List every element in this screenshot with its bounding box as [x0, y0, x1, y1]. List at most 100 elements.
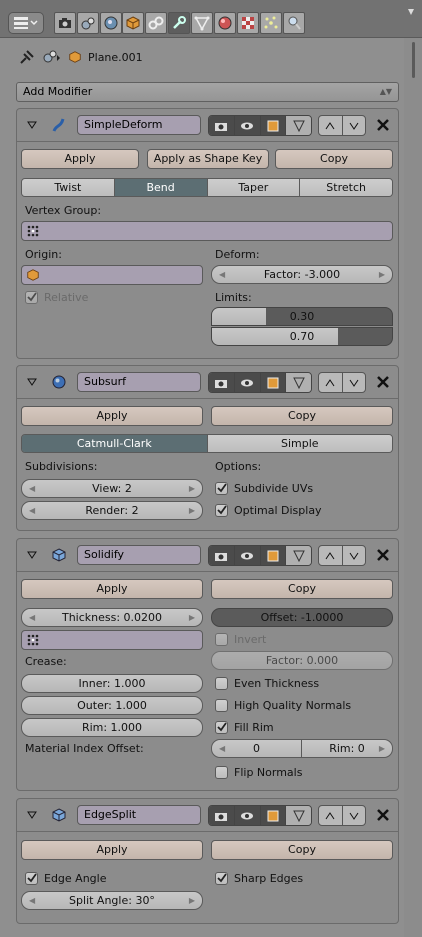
viewport-toggle-icon[interactable] [234, 116, 261, 135]
copy-button[interactable]: Copy [211, 406, 393, 426]
apply-button[interactable]: Apply [21, 840, 203, 860]
modifier-name-field[interactable]: EdgeSplit [77, 805, 201, 825]
apply-as-shape-key-button[interactable]: Apply as Shape Key [147, 149, 269, 169]
material-tab-icon[interactable] [214, 12, 236, 34]
modifier-name-field[interactable]: Subsurf [77, 372, 201, 392]
viewport-toggle-icon[interactable] [234, 373, 261, 392]
render-toggle-icon[interactable] [209, 806, 235, 825]
checkbox-icon [215, 765, 228, 779]
split-angle-field[interactable]: ◀ Split Angle: 30° ▶ [21, 891, 203, 910]
render-toggle-icon[interactable] [209, 373, 235, 392]
mode-twist[interactable]: Twist [22, 179, 115, 196]
remove-modifier-icon[interactable] [375, 374, 391, 390]
physics-tab-icon[interactable] [283, 12, 305, 34]
copy-button[interactable]: Copy [211, 840, 393, 860]
crease-rim-field[interactable]: Rim: 1.000 [21, 718, 203, 737]
factor-field[interactable]: Factor: 0.000 [211, 651, 393, 670]
move-down-icon[interactable] [343, 806, 366, 825]
crease-outer-field[interactable]: Outer: 1.000 [21, 696, 203, 715]
origin-field[interactable] [21, 265, 203, 285]
thickness-field[interactable]: ◀ Thickness: 0.0200 ▶ [21, 608, 203, 627]
crease-inner-field[interactable]: Inner: 1.000 [21, 674, 203, 693]
editmode-toggle-icon[interactable] [260, 116, 287, 135]
cage-toggle-icon[interactable] [286, 373, 311, 392]
material-offset-field[interactable]: ◀ 0 [212, 740, 302, 757]
viewport-toggle-icon[interactable] [234, 806, 261, 825]
mode-stretch[interactable]: Stretch [300, 179, 392, 196]
mode-bend[interactable]: Bend [114, 179, 208, 196]
apply-button[interactable]: Apply [21, 406, 203, 426]
high-quality-normals-checkbox[interactable]: High Quality Normals [215, 697, 351, 713]
move-down-icon[interactable] [343, 546, 366, 565]
world-tab-icon[interactable] [122, 12, 144, 34]
type-simple[interactable]: Simple [207, 435, 392, 452]
editmode-toggle-icon[interactable] [260, 806, 287, 825]
constraints-tab-icon[interactable] [145, 12, 167, 34]
modifier-name-field[interactable]: SimpleDeform [77, 115, 201, 135]
fill-rim-checkbox[interactable]: Fill Rim [215, 719, 274, 735]
factor-value: Factor: 0.000 [265, 654, 339, 667]
texture-tab-icon[interactable] [237, 12, 259, 34]
sharp-edges-checkbox[interactable]: Sharp Edges [215, 870, 303, 886]
editor-type-button[interactable] [8, 12, 44, 34]
cage-toggle-icon[interactable] [286, 116, 311, 135]
mode-taper[interactable]: Taper [207, 179, 301, 196]
viewport-toggle-icon[interactable] [234, 546, 261, 565]
limit-high-slider[interactable]: 0.70 [211, 327, 393, 346]
material-offset-rim-field[interactable]: Rim: 0 ▶ [302, 740, 392, 757]
remove-modifier-icon[interactable] [375, 807, 391, 823]
modifier-name-field[interactable]: Solidify [77, 545, 201, 565]
even-thickness-checkbox[interactable]: Even Thickness [215, 675, 319, 691]
subdivide-uvs-checkbox[interactable]: Subdivide UVs [215, 480, 313, 496]
factor-value: Factor: -3.000 [263, 268, 341, 281]
move-up-icon[interactable] [319, 806, 343, 825]
limit-low-slider[interactable]: 0.30 [211, 307, 393, 326]
move-up-icon[interactable] [319, 116, 343, 135]
render-layers-tab-icon[interactable] [77, 12, 99, 34]
header-handle-icon[interactable] [407, 8, 415, 18]
vertex-group-field[interactable] [21, 221, 393, 241]
collapse-triangle-icon[interactable] [27, 378, 37, 386]
flip-normals-checkbox[interactable]: Flip Normals [215, 764, 302, 780]
apply-button[interactable]: Apply [21, 579, 203, 599]
invert-checkbox[interactable]: Invert [215, 631, 266, 647]
copy-button[interactable]: Copy [275, 149, 393, 169]
remove-modifier-icon[interactable] [375, 547, 391, 563]
editmode-toggle-icon[interactable] [260, 546, 287, 565]
particles-tab-icon[interactable] [260, 12, 282, 34]
render-tab-icon[interactable] [54, 12, 76, 34]
vertex-group-field[interactable] [21, 630, 203, 650]
scrollbar[interactable] [404, 38, 422, 937]
copy-button[interactable]: Copy [211, 579, 393, 599]
collapse-triangle-icon[interactable] [27, 121, 37, 129]
cage-toggle-icon[interactable] [286, 806, 311, 825]
add-modifier-dropdown[interactable]: Add Modifier ▲▼ [16, 82, 399, 102]
render-toggle-icon[interactable] [209, 546, 235, 565]
pin-icon[interactable] [18, 49, 36, 65]
move-down-icon[interactable] [343, 373, 366, 392]
scene-tab-icon[interactable] [100, 12, 122, 34]
cage-toggle-icon[interactable] [286, 546, 311, 565]
optimal-display-checkbox[interactable]: Optimal Display [215, 502, 322, 518]
offset-slider[interactable]: Offset: -1.0000 [211, 608, 393, 627]
edge-angle-label: Edge Angle [44, 871, 107, 885]
collapse-triangle-icon[interactable] [27, 551, 37, 559]
render-levels-field[interactable]: ◀ Render: 2 ▶ [21, 501, 203, 520]
move-up-icon[interactable] [319, 546, 343, 565]
factor-field[interactable]: ◀ Factor: -3.000 ▶ [211, 265, 393, 284]
scrollbar-thumb[interactable] [412, 42, 415, 78]
data-tab-icon[interactable] [191, 12, 213, 34]
collapse-triangle-icon[interactable] [27, 811, 37, 819]
editmode-toggle-icon[interactable] [260, 373, 287, 392]
move-up-icon[interactable] [319, 373, 343, 392]
relative-checkbox[interactable]: Relative [25, 289, 88, 305]
render-toggle-icon[interactable] [209, 116, 235, 135]
modifiers-tab-icon[interactable] [168, 12, 190, 34]
remove-modifier-icon[interactable] [375, 117, 391, 133]
view-levels-field[interactable]: ◀ View: 2 ▶ [21, 479, 203, 498]
edge-angle-checkbox[interactable]: Edge Angle [25, 870, 106, 886]
apply-button[interactable]: Apply [21, 149, 139, 169]
move-down-icon[interactable] [343, 116, 366, 135]
slider-fill [212, 308, 266, 325]
type-catmull-clark[interactable]: Catmull-Clark [22, 435, 208, 452]
